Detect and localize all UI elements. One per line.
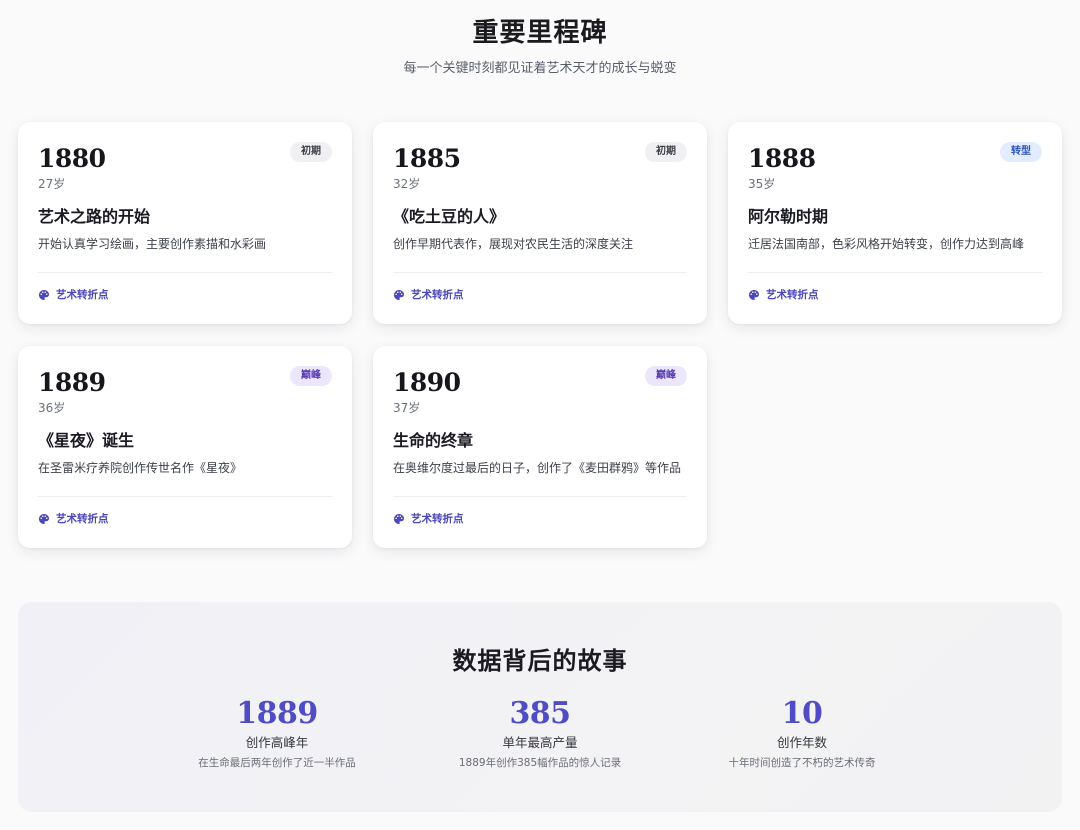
milestone-title: 艺术之路的开始 <box>38 207 151 226</box>
page-title: 重要里程碑 <box>472 18 608 48</box>
milestone-year: 1888 <box>748 144 816 173</box>
milestone-card-1888[interactable]: 1888 35岁 阿尔勒时期 迁居法国南部，色彩风格开始转变，创作力达到高峰 转… <box>728 122 1062 324</box>
milestone-description: 开始认真学习绘画，主要创作素描和水彩画 <box>38 237 267 251</box>
turning-point-tag: 艺术转折点 <box>38 288 109 302</box>
stat-label: 单年最高产量 <box>502 735 578 750</box>
stat-label: 创作年数 <box>776 735 827 750</box>
milestone-description: 创作早期代表作，展现对农民生活的深度关注 <box>393 237 634 251</box>
stat-value: 385 <box>509 696 571 731</box>
milestone-title: 阿尔勒时期 <box>748 207 829 226</box>
card-divider <box>393 272 687 273</box>
stats-panel: 数据背后的故事 1889 创作高峰年 在生命最后两年创作了近一半作品 385 单… <box>18 602 1062 812</box>
milestone-title: 《吃土豆的人》 <box>393 207 506 226</box>
card-divider <box>38 272 332 273</box>
milestone-age: 27岁 <box>38 177 66 191</box>
card-divider <box>393 496 687 497</box>
turning-point-tag: 艺术转折点 <box>393 288 464 302</box>
stat-label: 创作高峰年 <box>245 735 309 750</box>
palette-icon <box>748 289 760 301</box>
turning-point-label: 艺术转折点 <box>56 513 109 525</box>
turning-point-label: 艺术转折点 <box>411 513 464 525</box>
milestone-description: 在奥维尔度过最后的日子，创作了《麦田群鸦》等作品 <box>393 461 682 475</box>
milestone-year: 1889 <box>38 368 106 397</box>
stat-value: 1889 <box>236 696 318 731</box>
stat-peak-year: 1889 创作高峰年 在生命最后两年创作了近一半作品 <box>147 696 407 770</box>
milestone-age: 35岁 <box>748 177 776 191</box>
palette-icon <box>393 289 405 301</box>
milestone-age: 36岁 <box>38 401 66 415</box>
milestone-year: 1890 <box>393 368 461 397</box>
stats-title: 数据背后的故事 <box>452 646 628 675</box>
page-subtitle: 每一个关键时刻都见证着艺术天才的成长与蜕变 <box>403 61 677 76</box>
milestone-card-1880[interactable]: 1880 27岁 艺术之路的开始 开始认真学习绘画，主要创作素描和水彩画 初期 … <box>18 122 352 324</box>
palette-icon <box>393 513 405 525</box>
turning-point-tag: 艺术转折点 <box>393 512 464 526</box>
card-divider <box>38 496 332 497</box>
milestone-age: 37岁 <box>393 401 421 415</box>
turning-point-label: 艺术转折点 <box>766 289 819 301</box>
milestone-title: 《星夜》诞生 <box>38 431 135 450</box>
palette-icon <box>38 289 50 301</box>
milestone-description: 迁居法国南部，色彩风格开始转变，创作力达到高峰 <box>748 237 1025 251</box>
stage-badge: 初期 <box>645 142 687 162</box>
stage-badge: 初期 <box>290 142 332 162</box>
turning-point-label: 艺术转折点 <box>411 289 464 301</box>
turning-point-tag: 艺术转折点 <box>748 288 819 302</box>
milestone-year: 1880 <box>38 144 106 173</box>
milestone-card-1889[interactable]: 1889 36岁 《星夜》诞生 在圣雷米疗养院创作传世名作《星夜》 巅峰 艺术转… <box>18 346 352 548</box>
stat-max-output: 385 单年最高产量 1889年创作385幅作品的惊人记录 <box>410 696 670 770</box>
milestone-title: 生命的终章 <box>393 431 474 450</box>
milestone-year: 1885 <box>393 144 461 173</box>
stat-note: 1889年创作385幅作品的惊人记录 <box>458 757 622 769</box>
milestone-age: 32岁 <box>393 177 421 191</box>
section-header: 重要里程碑 每一个关键时刻都见证着艺术天才的成长与蜕变 <box>0 14 1080 78</box>
milestone-card-1890[interactable]: 1890 37岁 生命的终章 在奥维尔度过最后的日子，创作了《麦田群鸦》等作品 … <box>373 346 707 548</box>
turning-point-label: 艺术转折点 <box>56 289 109 301</box>
milestones-page: 重要里程碑 每一个关键时刻都见证着艺术天才的成长与蜕变 1880 27岁 艺术之… <box>0 0 1080 830</box>
stat-value: 10 <box>781 696 823 731</box>
stage-badge: 巅峰 <box>290 366 332 386</box>
turning-point-tag: 艺术转折点 <box>38 512 109 526</box>
stage-badge: 转型 <box>1000 142 1042 162</box>
palette-icon <box>38 513 50 525</box>
milestone-card-1885[interactable]: 1885 32岁 《吃土豆的人》 创作早期代表作，展现对农民生活的深度关注 初期… <box>373 122 707 324</box>
stat-career-years: 10 创作年数 十年时间创造了不朽的艺术传奇 <box>672 696 932 770</box>
stat-note: 在生命最后两年创作了近一半作品 <box>198 757 356 769</box>
stat-note: 十年时间创造了不朽的艺术传奇 <box>728 757 876 769</box>
milestone-description: 在圣雷米疗养院创作传世名作《星夜》 <box>38 461 243 475</box>
stage-badge: 巅峰 <box>645 366 687 386</box>
card-divider <box>748 272 1042 273</box>
